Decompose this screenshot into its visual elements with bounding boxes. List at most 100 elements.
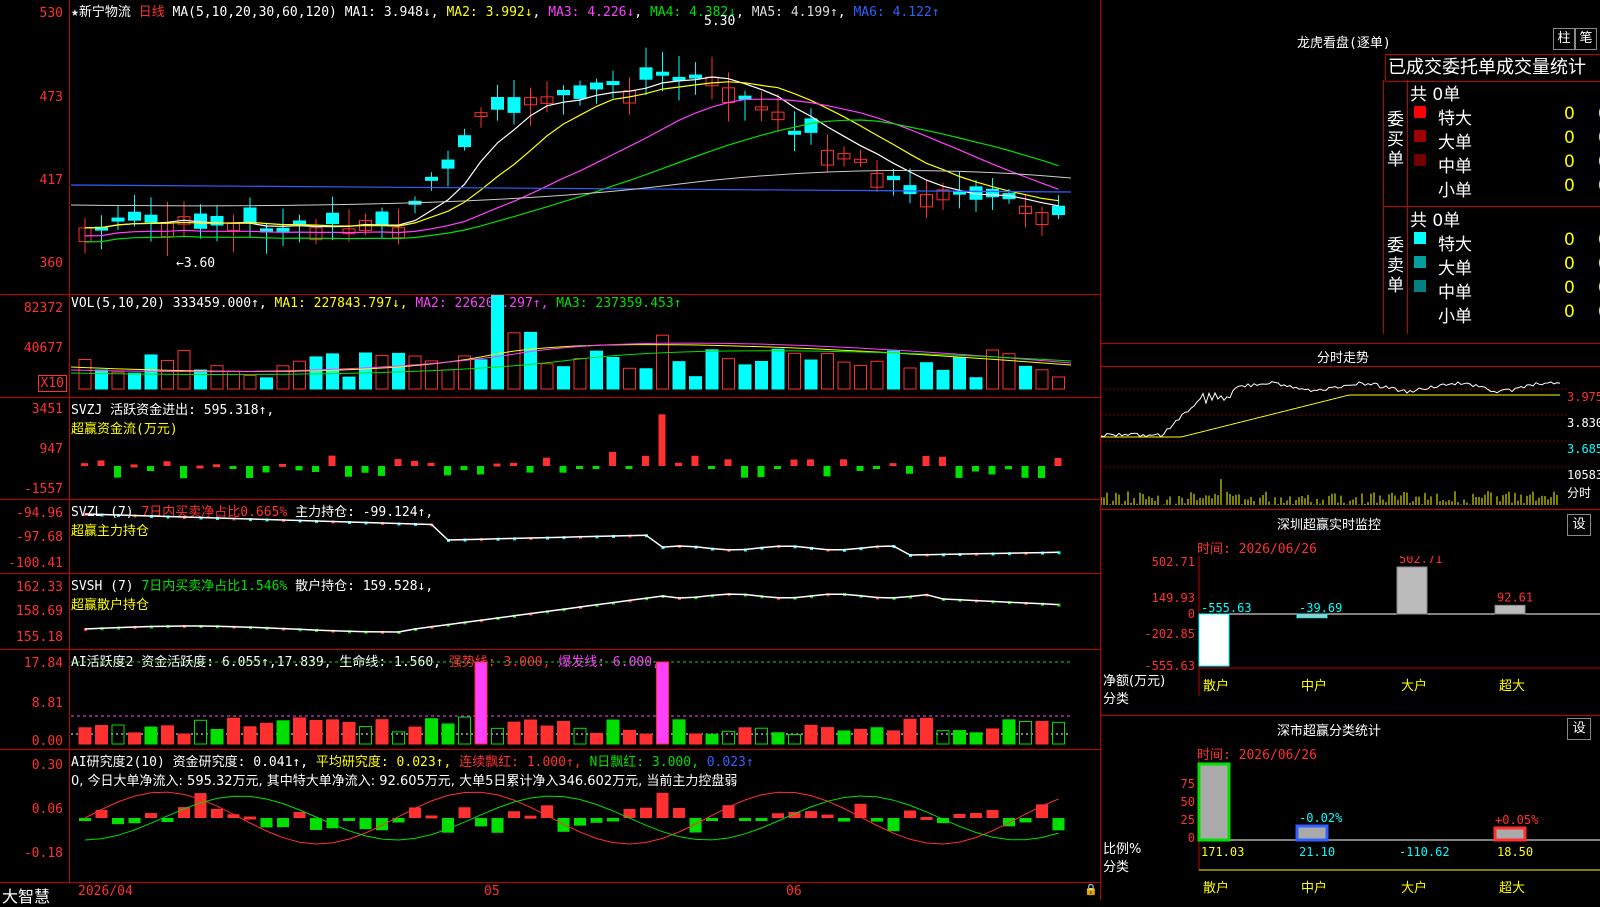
research-bar xyxy=(458,807,471,818)
price-panel[interactable]: 530 473 417 360 ★新宁物流 日线 MA(5,10,20,30,6… xyxy=(0,0,1100,295)
flow-bar xyxy=(889,463,897,467)
price-tick: 417 xyxy=(39,173,63,188)
flow-bar xyxy=(526,466,534,473)
flow-bar xyxy=(114,466,121,478)
row-count: 0 xyxy=(1564,302,1575,322)
volume-bar xyxy=(78,359,92,390)
bar-toggle-button[interactable]: 柱 xyxy=(1553,28,1575,50)
flow-bar xyxy=(592,466,600,469)
volume-bar xyxy=(854,365,867,390)
intraday-panel[interactable]: 分时走势 3.975 3.830 3.685 10583 分时 xyxy=(1100,344,1600,510)
date-label: 05 xyxy=(484,884,500,899)
svsh-chart[interactable] xyxy=(71,574,1099,649)
classify-settings-button[interactable]: 设 xyxy=(1567,718,1591,740)
svzl-tick: -97.68 xyxy=(16,530,63,545)
activity-bar xyxy=(590,732,603,745)
svsh-panel[interactable]: 162.33 158.69 155.18 SVSH (7) 7日内买卖净占比1.… xyxy=(0,574,1100,650)
activity-bar xyxy=(788,734,801,745)
flow-bar xyxy=(691,455,699,466)
bar-value: -39.69 xyxy=(1299,601,1342,615)
classify-chart[interactable]: 75 50 25 0 171.03 散户 21.10 中户 -110.62 大户 18.50 超大 -0… xyxy=(1101,760,1600,900)
svsh-axis: 162.33 158.69 155.18 xyxy=(0,574,70,649)
activity-bar xyxy=(936,730,950,745)
research-bar xyxy=(788,811,801,818)
activity-bar xyxy=(243,726,257,745)
research-bar xyxy=(557,818,570,832)
category-label: 中户 xyxy=(1301,880,1327,896)
candle-body xyxy=(128,211,141,221)
activity-bar xyxy=(359,726,372,745)
activity-bar xyxy=(1052,721,1065,745)
flow-bar xyxy=(328,455,336,466)
price-line xyxy=(1101,381,1561,438)
vol-tick: 40677 xyxy=(23,341,63,356)
candlestick-chart[interactable] xyxy=(71,0,1099,294)
svzl-axis: -94.96 -97.68 -100.41 xyxy=(0,500,70,573)
volume-bar xyxy=(474,359,488,390)
flow-bar xyxy=(955,466,963,478)
activity-bar xyxy=(771,732,785,745)
svzj-chart[interactable] xyxy=(71,398,1099,499)
research-bar xyxy=(887,818,900,832)
flow-bar xyxy=(130,464,138,468)
flow-bar xyxy=(675,462,682,466)
research-bar xyxy=(260,818,273,828)
ai-research-chart[interactable] xyxy=(71,750,1099,881)
flow-bar xyxy=(807,459,814,466)
ai-research-axis: 0.30 0.06 -0.18 xyxy=(0,750,70,882)
research-bar xyxy=(755,818,768,821)
volume-bar xyxy=(276,365,290,390)
activity-bar xyxy=(656,661,669,745)
research-bar xyxy=(656,792,669,818)
monitor-settings-button[interactable]: 设 xyxy=(1567,514,1591,536)
intra-tick: 3.975 xyxy=(1567,390,1600,404)
candle-body xyxy=(326,212,339,225)
volume-bar xyxy=(969,377,983,390)
flow-bar xyxy=(724,459,732,466)
activity-bar xyxy=(738,727,752,745)
research-bar xyxy=(161,818,174,822)
svzj-tick: -1557 xyxy=(23,482,63,497)
activity-bar xyxy=(903,718,917,745)
pen-toggle-button[interactable]: 笔 xyxy=(1575,28,1597,50)
lock-icon[interactable]: 🔒 xyxy=(1084,883,1098,896)
date-axis: 大智慧 2026/04 05 06 🔒 xyxy=(0,882,1100,906)
buy-group: 委买单 共 0单 特大00% 大单00% 中单00% 小单00% xyxy=(1383,80,1600,207)
volume-bar xyxy=(689,376,702,390)
volume-bar xyxy=(738,364,752,390)
volume-bar xyxy=(705,349,719,390)
volume-axis: 82372 40677 X10 xyxy=(0,295,70,397)
svzl-chart[interactable] xyxy=(71,500,1099,573)
activity-bar xyxy=(606,719,620,745)
ai-activity-panel[interactable]: 17.84 8.81 0.00 AI活跃度2 资金活跃度: 6.055↑,17.… xyxy=(0,650,1100,750)
axis-tick: 502.71 xyxy=(1152,556,1195,569)
ai-research-panel[interactable]: 0.30 0.06 -0.18 AI研究度2(10) 资金研究度: 0.041↑… xyxy=(0,750,1100,882)
volume-bar xyxy=(804,359,818,390)
l-sell-swatch xyxy=(1414,256,1426,268)
m-sell-swatch xyxy=(1414,280,1426,292)
monitor-chart[interactable]: 502.71149.930-202.85-555.63-555.63散户-39.… xyxy=(1101,556,1600,716)
volume-chart[interactable] xyxy=(71,295,1099,397)
volume-bar xyxy=(557,366,570,390)
volume-bar xyxy=(243,374,257,390)
date-label: 2026/04 xyxy=(78,884,133,899)
volume-bar xyxy=(95,369,108,390)
candle-body xyxy=(243,207,257,224)
flow-bar xyxy=(279,463,286,467)
net-bar xyxy=(1396,566,1428,615)
svzj-panel[interactable]: 3451 947 -1557 SVZJ 活跃资金进出: 595.318↑, 超赢… xyxy=(0,398,1100,500)
monitor-panel: 深圳超赢实时监控 设 时间: 2026/06/26 502.71 149.93 0-… xyxy=(1100,510,1600,716)
activity-bar xyxy=(1035,720,1049,745)
intraday-chart[interactable] xyxy=(1101,367,1567,507)
svzl-panel[interactable]: -94.96 -97.68 -100.41 SVZL (7) 7日内买卖净占比0… xyxy=(0,500,1100,574)
activity-bar xyxy=(78,727,92,745)
activity-bar xyxy=(705,733,719,745)
ai-activity-chart[interactable] xyxy=(71,650,1099,749)
volume-panel[interactable]: 82372 40677 X10 VOL(5,10,20) 333459.000↑… xyxy=(0,295,1100,398)
volume-bar xyxy=(623,367,636,390)
candle-body xyxy=(425,176,438,181)
flow-bar xyxy=(840,459,847,466)
volume-bar xyxy=(870,360,884,390)
buy-row-l: 大单00% xyxy=(1408,128,1600,153)
monitor-time: 时间: 2026/06/26 xyxy=(1197,542,1317,557)
